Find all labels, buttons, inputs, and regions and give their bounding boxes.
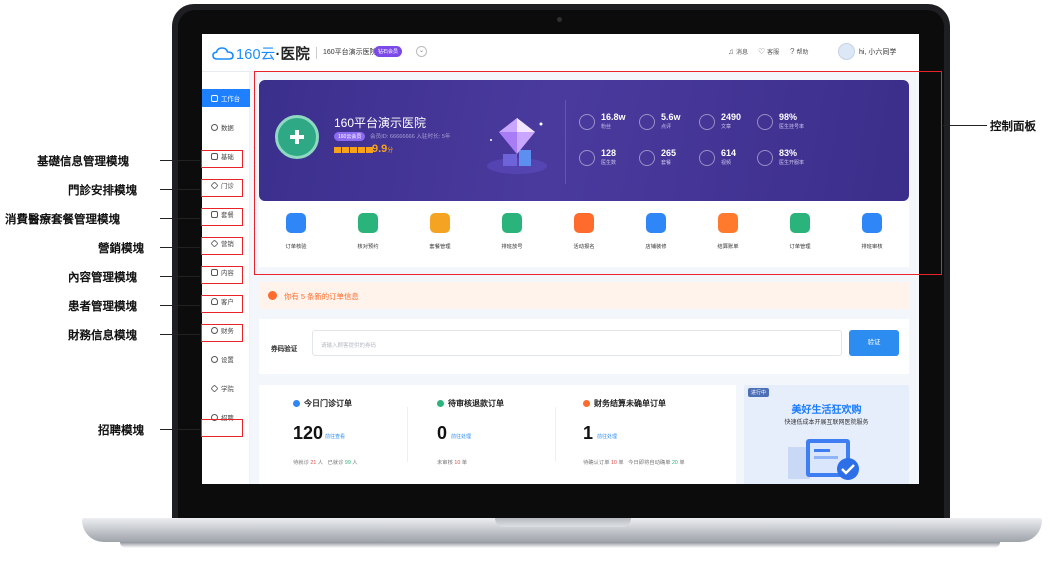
annotation-content: 內容管理模塊 bbox=[68, 272, 137, 284]
promo-subtitle: 快速低成本开展互联网医院服务 bbox=[784, 420, 869, 426]
annotation-line bbox=[160, 189, 200, 191]
settlement-orders-card: 财务结算未确单订单 1 前往处理 待确认订单 10 单 今日即将自动确单 20 … bbox=[583, 385, 733, 484]
annotation-line bbox=[160, 429, 200, 431]
status-badge: 进行中 bbox=[748, 388, 770, 397]
coupon-label: 券码验证 bbox=[271, 346, 298, 353]
verify-button[interactable]: 验证 bbox=[849, 330, 899, 356]
bell-icon: ♫ bbox=[728, 47, 734, 56]
clock-icon bbox=[211, 123, 218, 131]
cloud-icon bbox=[212, 47, 234, 60]
card-title: 待审核退款订单 bbox=[437, 398, 504, 409]
annotation-line bbox=[160, 247, 200, 249]
coupon-verify-panel: 券码验证 请输入顾客提供的券码 验证 bbox=[259, 319, 909, 374]
annotation-line bbox=[160, 276, 200, 278]
workbench-icon bbox=[211, 94, 218, 102]
brand-name: 160云·医院 bbox=[236, 47, 310, 63]
hospital-selector[interactable]: 160平台演示医院 bbox=[323, 47, 377, 57]
promo-title: 美好生活狂欢购 bbox=[791, 405, 862, 416]
promo-banner[interactable]: 进行中 美好生活狂欢购 快速低成本开展互联网医院服务 bbox=[744, 385, 909, 484]
content-highlight bbox=[201, 266, 243, 284]
avatar[interactable] bbox=[838, 43, 855, 60]
notice-icon bbox=[268, 291, 277, 300]
messages-button[interactable]: ♫ 消息 bbox=[728, 47, 748, 56]
basic-highlight bbox=[201, 150, 243, 168]
package-highlight bbox=[201, 208, 243, 226]
coupon-input[interactable]: 请输入顾客提供的券码 bbox=[312, 330, 842, 356]
support-button[interactable]: ♡ 客服 bbox=[758, 47, 779, 56]
refund-orders-card: 待审核退款订单 0 前往处理 未审核 10 单 bbox=[437, 385, 587, 484]
finance-highlight bbox=[201, 324, 243, 342]
help-icon: ? bbox=[790, 47, 795, 56]
annotation-basic: 基礎信息管理模塊 bbox=[37, 156, 129, 168]
card-title: 财务结算未确单订单 bbox=[583, 398, 666, 409]
brand-logo[interactable]: 160云·医院 bbox=[212, 43, 310, 64]
handle-link[interactable]: 前往处理 bbox=[597, 433, 617, 440]
annotation-marketing: 營銷模塊 bbox=[98, 243, 144, 255]
annotation-package: 消費醫療套餐管理模塊 bbox=[5, 214, 120, 226]
annotation-line bbox=[943, 125, 987, 127]
top-bar: 160云·医院 160平台演示医院 钻石会员 ⌄ ♫ 消息 ♡ 客服 ? 帮助 hi,… bbox=[202, 34, 919, 72]
view-link[interactable]: 前往查看 bbox=[325, 433, 345, 440]
annotation-line bbox=[160, 305, 200, 307]
graduation-icon bbox=[210, 384, 219, 392]
user-menu[interactable]: hi, 小六同学 bbox=[859, 47, 896, 57]
customer-highlight bbox=[201, 295, 243, 313]
annotation-line bbox=[160, 218, 200, 220]
laptop-notch bbox=[495, 518, 631, 527]
laptop-mockup: 160云·医院 160平台演示医院 钻石会员 ⌄ ♫ 消息 ♡ 客服 ? 帮助 hi,… bbox=[0, 0, 1050, 572]
card-subtext: 待确认订单 10 单 今日即将自动确单 20 单 bbox=[583, 460, 685, 466]
sidebar-item-settings[interactable]: 设置 bbox=[202, 350, 250, 368]
sidebar-item-workbench[interactable]: 工作台 bbox=[202, 89, 250, 107]
annotation-customer: 患者管理模塊 bbox=[68, 301, 137, 313]
card-dot-icon bbox=[293, 400, 300, 407]
card-title: 今日门诊订单 bbox=[293, 398, 352, 409]
sidebar-item-data[interactable]: 数据 bbox=[202, 118, 250, 136]
card-dot-icon bbox=[437, 400, 444, 407]
laptop-check-illustration bbox=[788, 439, 859, 480]
divider bbox=[555, 407, 556, 462]
annotation-clinic: 門診安排模塊 bbox=[68, 185, 137, 197]
order-count: 0 bbox=[437, 423, 448, 443]
today-orders-card: 今日门诊订单 120 前往查看 待就诊 21 人 已就诊 99 人 bbox=[293, 385, 443, 484]
chevron-down-icon[interactable]: ⌄ bbox=[416, 46, 427, 57]
laptop-shadow bbox=[120, 542, 1000, 548]
headset-icon: ♡ bbox=[758, 47, 766, 56]
annotation-line bbox=[160, 160, 200, 162]
annotation-line bbox=[160, 334, 200, 336]
card-subtext: 未审核 10 单 bbox=[437, 460, 468, 466]
order-count: 1 bbox=[583, 423, 594, 443]
order-notice[interactable]: 你有 5 条新的订单信息 bbox=[259, 282, 909, 309]
annotation-control-panel: 控制面板 bbox=[990, 121, 1036, 133]
help-button[interactable]: ? 帮助 bbox=[790, 47, 808, 56]
card-subtext: 待就诊 21 人 已就诊 99 人 bbox=[293, 460, 358, 466]
notice-text: 你有 5 条新的订单信息 bbox=[284, 292, 359, 301]
card-dot-icon bbox=[583, 400, 590, 407]
order-count: 120 bbox=[293, 423, 324, 443]
handle-link[interactable]: 前往处理 bbox=[451, 433, 471, 440]
control-panel-highlight bbox=[254, 71, 942, 275]
divider bbox=[407, 407, 408, 462]
vip-badge: 钻石会员 bbox=[374, 46, 403, 57]
marketing-highlight bbox=[201, 237, 243, 255]
order-summary: 今日门诊订单 120 前往查看 待就诊 21 人 已就诊 99 人 待审核退款订… bbox=[259, 385, 736, 484]
gear-icon bbox=[211, 355, 218, 363]
annotation-finance: 財務信息模塊 bbox=[68, 330, 137, 342]
annotation-recruit: 招聘模塊 bbox=[98, 425, 144, 437]
recruit-highlight bbox=[201, 419, 243, 437]
sidebar-item-academy[interactable]: 学院 bbox=[202, 379, 250, 397]
divider bbox=[316, 47, 317, 59]
clinic-highlight bbox=[201, 179, 243, 197]
webcam bbox=[557, 17, 562, 22]
